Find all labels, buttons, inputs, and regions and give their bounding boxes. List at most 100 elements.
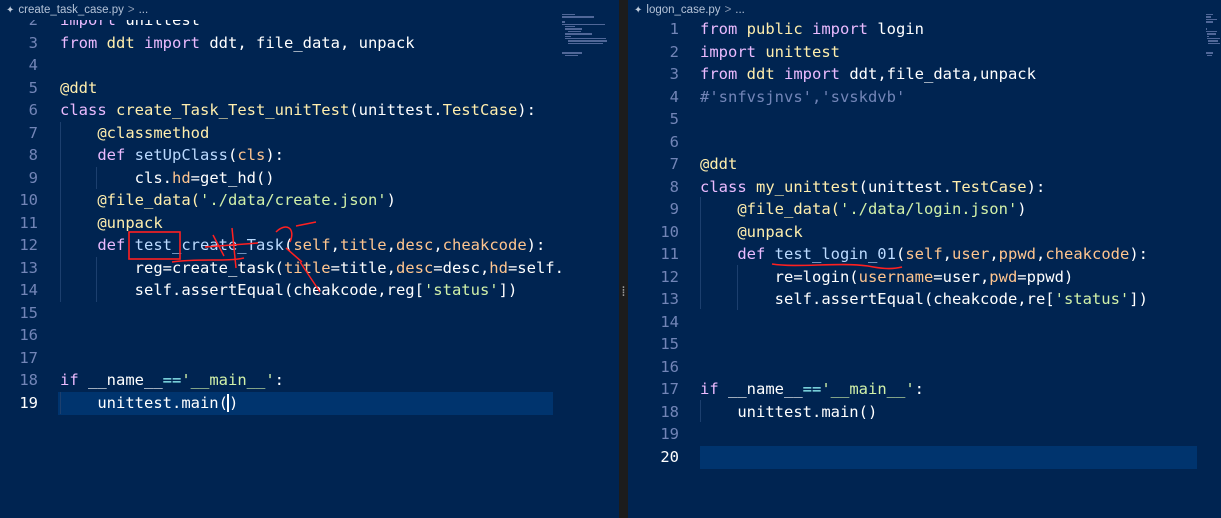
code-line[interactable]: 14 self.assertEqual(cheakcode,reg['statu…	[0, 279, 619, 302]
code-line[interactable]: 4 #'snfvsjnvs','svskdvb'	[628, 86, 1221, 109]
minimap-line	[1206, 18, 1217, 21]
code-line[interactable]: 12 re=login(username=user,pwd=ppwd)	[628, 266, 1221, 289]
line-code: #'snfvsjnvs','svskdvb'	[700, 86, 905, 109]
line-number: 6	[28, 101, 38, 119]
code-line[interactable]: 10 @file_data('./data/create.json')	[0, 189, 619, 212]
code-token: pwd	[989, 267, 1018, 286]
code-token: import	[700, 42, 766, 61]
code-line[interactable]: 13 self.assertEqual(cheakcode,re['status…	[628, 288, 1221, 311]
code-line[interactable]: 13 reg=create_task(title=title,desc=desc…	[0, 257, 619, 280]
code-line[interactable]: 9 cls.hd=get_hd()	[0, 167, 619, 190]
code-line[interactable]: 5	[628, 108, 1221, 131]
code-line[interactable]: 17	[0, 347, 619, 370]
code-line[interactable]: 8 class my_unittest(unittest.TestCase):	[628, 176, 1221, 199]
sash-handle-icon[interactable]: ⁞	[620, 283, 627, 301]
code-line[interactable]: 12 def test_create_Task(self,title,desc,…	[0, 234, 619, 257]
code-line[interactable]: 4	[0, 54, 619, 77]
code-line[interactable]: 10 @unpack	[628, 221, 1221, 244]
code-token: unittest.main()	[700, 402, 878, 421]
line-number: 18	[19, 371, 38, 389]
line-code: if __name__=='__main__':	[700, 378, 924, 401]
code-token: unittest.main(	[60, 393, 228, 412]
breadcrumb-file[interactable]: create_task_case.py	[18, 4, 123, 16]
minimap-right[interactable]	[1206, 14, 1221, 64]
code-token: unittest	[765, 42, 840, 61]
code-line[interactable]: 5 @ddt	[0, 77, 619, 100]
minimap-line	[1208, 40, 1218, 42]
code-token: class	[700, 177, 756, 196]
code-token: @ddt	[700, 155, 738, 173]
line-number: 8	[28, 146, 38, 164]
code-line[interactable]: 18 if __name__=='__main__':	[0, 369, 619, 392]
code-token: cheakcode	[1045, 245, 1130, 263]
code-line[interactable]: 17 if __name__=='__main__':	[628, 378, 1221, 401]
code-line[interactable]: 11 def test_login_01(self,user,ppwd,chea…	[628, 243, 1221, 266]
minimap-line	[562, 52, 583, 54]
line-code: from ddt import ddt,file_data,unpack	[700, 63, 1036, 86]
code-token: def	[97, 236, 135, 254]
code-line[interactable]: 9 @file_data('./data/login.json')	[628, 198, 1221, 221]
editor-split-sash[interactable]	[619, 0, 628, 518]
minimap-line	[562, 21, 566, 23]
breadcrumb-file[interactable]: logon_case.py	[646, 4, 720, 16]
code-token: (unittest.	[858, 177, 952, 196]
line-number: 7	[669, 155, 679, 173]
minimap-line	[565, 35, 572, 37]
line-number: 11	[660, 245, 679, 263]
code-token: from	[700, 65, 747, 83]
code-token: class	[60, 101, 116, 119]
line-number: 7	[28, 123, 38, 142]
line-code: unittest.main()	[60, 392, 238, 415]
code-token: ):	[265, 146, 284, 164]
minimap-left[interactable]	[562, 14, 617, 74]
editor-pane-right[interactable]: 1 from public import login 2 import unittes…	[628, 0, 1221, 518]
breadcrumb-more[interactable]: ...	[139, 4, 149, 16]
code-line[interactable]: 6	[628, 131, 1221, 154]
minimap-line	[565, 33, 593, 35]
minimap-line	[562, 14, 575, 16]
breadcrumb-more[interactable]: ...	[735, 4, 745, 16]
editor-pane-left[interactable]: 2 import unittest 3 from ddt import ddt, fi…	[0, 0, 619, 518]
code-token: self.assertEqual(cheakcode,reg[	[60, 281, 424, 299]
code-token: self	[905, 245, 943, 263]
code-line[interactable]: 15	[628, 333, 1221, 356]
code-line[interactable]: 19 unittest.main()	[0, 392, 619, 415]
code-line[interactable]: 11 @unpack	[0, 212, 619, 235]
code-token: ddt	[106, 33, 144, 52]
code-line[interactable]: 20	[628, 446, 1221, 469]
code-line[interactable]: 1 from public import login	[628, 18, 1221, 41]
code-line[interactable]: 3 from ddt import ddt, file_data, unpack	[0, 32, 619, 55]
breadcrumb-separator: >	[724, 4, 732, 16]
code-token: reg=create_task(	[60, 258, 284, 277]
code-token: def	[737, 245, 775, 263]
code-token: ):	[1026, 177, 1046, 196]
line-number: 10	[660, 222, 679, 241]
code-line[interactable]: 8 def setUpClass(cls):	[0, 144, 619, 167]
code-line[interactable]: 18 unittest.main()	[628, 401, 1221, 424]
line-number: 4	[28, 56, 38, 74]
code-line[interactable]: 3 from ddt import ddt,file_data,unpack	[628, 63, 1221, 86]
code-token: if	[700, 380, 728, 398]
code-token: '__main__'	[821, 380, 915, 398]
code-line[interactable]: 6 class create_Task_Test_unitTest(unittes…	[0, 99, 619, 122]
line-code: @ddt	[60, 77, 97, 100]
line-code: @unpack	[60, 212, 162, 235]
code-token: =self.	[507, 258, 564, 277]
code-line[interactable]: 14	[628, 311, 1221, 334]
line-code: @unpack	[700, 221, 802, 244]
line-code: unittest.main()	[700, 401, 877, 424]
code-line[interactable]: 7 @classmethod	[0, 122, 619, 145]
code-line[interactable]: 7 @ddt	[628, 153, 1221, 176]
code-token: TestCase	[951, 177, 1027, 196]
code-token: (	[227, 146, 238, 164]
code-line[interactable]: 19	[628, 423, 1221, 446]
code-line[interactable]: 16	[0, 324, 619, 347]
code-line[interactable]: 15	[0, 302, 619, 325]
line-number: 12	[19, 236, 38, 254]
line-number: 5	[28, 78, 38, 97]
code-line[interactable]: 2 import unittest	[628, 41, 1221, 64]
code-line[interactable]: 16	[628, 356, 1221, 379]
code-token: @ddt	[60, 78, 98, 97]
code-token: ==	[802, 380, 822, 398]
